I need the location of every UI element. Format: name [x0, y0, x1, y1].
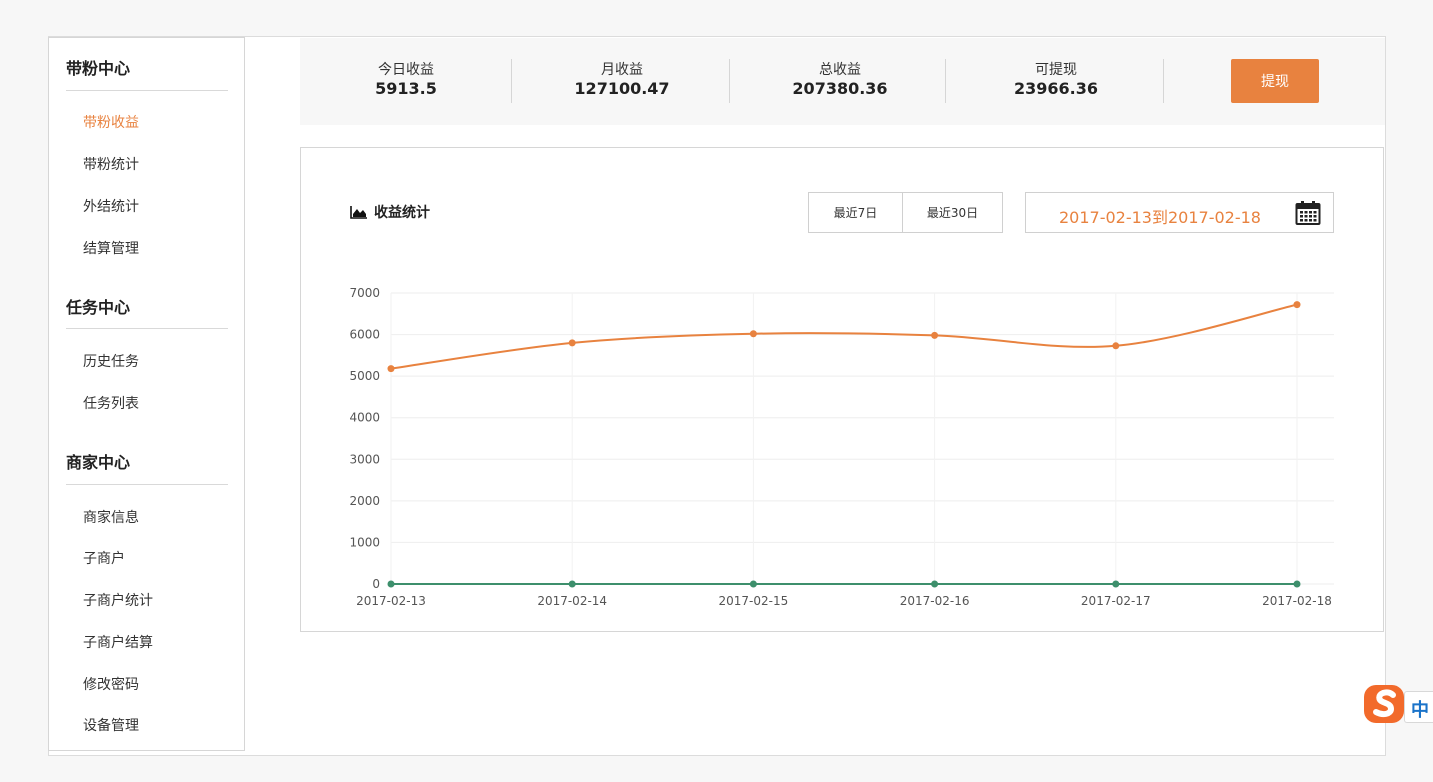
data-point [568, 339, 576, 347]
stat-month: 月收益 127100.47 [522, 62, 722, 99]
data-point [387, 365, 395, 373]
stat-divider [945, 59, 946, 103]
data-point [749, 580, 757, 588]
ime-toolbar[interactable]: 中 [1364, 685, 1433, 723]
stat-divider [729, 59, 730, 103]
data-point [1112, 580, 1120, 588]
sogou-logo-icon[interactable] [1364, 685, 1404, 723]
sidebar-section-title: 任务中心 [66, 298, 131, 317]
data-point [931, 580, 939, 588]
data-point [749, 330, 757, 338]
y-tick-label: 5000 [349, 369, 380, 383]
data-point [1293, 301, 1301, 309]
x-tick-label: 2017-02-16 [900, 594, 970, 608]
y-tick-label: 3000 [349, 452, 380, 466]
data-point [568, 580, 576, 588]
stat-today: 今日收益 5913.5 [306, 62, 506, 99]
sidebar-item-sub-merchant[interactable]: 子商户 [83, 548, 125, 568]
sidebar-item-fans-income[interactable]: 带粉收益 [83, 112, 139, 132]
ime-mode-label: 中 [1411, 700, 1429, 721]
sidebar-item-sub-merchant-stats[interactable]: 子商户统计 [83, 590, 153, 610]
data-point [931, 331, 939, 339]
series-line-0 [390, 303, 1298, 370]
sidebar-section-title: 商家中心 [66, 453, 131, 472]
income-summary: 今日收益 5913.5 月收益 127100.47 总收益 207380.36 … [300, 38, 1385, 125]
stat-value: 5913.5 [375, 79, 437, 98]
sidebar-item-task-list[interactable]: 任务列表 [83, 393, 139, 413]
y-tick-label: 0 [372, 577, 380, 591]
y-tick-label: 2000 [349, 494, 380, 508]
y-tick-label: 4000 [349, 411, 380, 425]
stat-divider [511, 59, 512, 103]
y-tick-label: 7000 [349, 286, 380, 300]
data-point [387, 580, 395, 588]
x-tick-label: 2017-02-13 [356, 594, 426, 608]
stat-value: 23966.36 [1013, 79, 1098, 98]
sidebar-item-merchant-info[interactable]: 商家信息 [83, 507, 139, 527]
stat-total: 总收益 207380.36 [740, 62, 940, 99]
x-tick-label: 2017-02-17 [1081, 594, 1151, 608]
stat-label: 可提现 [1035, 62, 1077, 78]
x-tick-label: 2017-02-18 [1262, 594, 1332, 608]
ime-mode-indicator[interactable]: 中 [1404, 691, 1433, 723]
x-tick-label: 2017-02-14 [537, 594, 607, 608]
sidebar-item-task-history[interactable]: 历史任务 [83, 351, 139, 371]
sidebar-item-change-password[interactable]: 修改密码 [83, 674, 139, 694]
sidebar-item-sub-merchant-settlement[interactable]: 子商户结算 [83, 632, 153, 652]
stat-divider [1163, 59, 1164, 103]
sidebar-item-external-stats[interactable]: 外结统计 [83, 196, 139, 216]
y-tick-label: 1000 [349, 535, 380, 549]
income-chart-panel: 收益统计 最近7日 最近30日 2017-02-13到2017-02-18 01… [300, 147, 1384, 632]
income-line-chart: 0 1000 2000 3000 4000 5000 6000 7000 2017-02-13 2… [349, 286, 1334, 608]
sidebar-divider [66, 484, 228, 485]
sidebar-item-device-management[interactable]: 设备管理 [83, 715, 139, 735]
sidebar-divider [66, 90, 228, 91]
sidebar-divider [66, 328, 228, 329]
x-tick-label: 2017-02-15 [719, 594, 789, 608]
sidebar-section-title: 带粉中心 [66, 59, 131, 78]
stat-label: 总收益 [819, 62, 861, 78]
sidebar: 带粉中心 带粉收益 带粉统计 外结统计 结算管理 任务中心 历史任务 任务列表 … [48, 37, 245, 751]
data-point [1112, 342, 1120, 350]
sidebar-item-fans-stats[interactable]: 带粉统计 [83, 154, 139, 174]
stat-label: 月收益 [601, 62, 643, 78]
stat-label: 今日收益 [378, 62, 434, 78]
stat-value: 207380.36 [792, 79, 888, 98]
stat-value: 127100.47 [574, 79, 670, 98]
data-point [1293, 580, 1301, 588]
sidebar-item-settlement[interactable]: 结算管理 [83, 238, 139, 258]
withdraw-button[interactable]: 提现 [1231, 59, 1319, 103]
stat-withdrawable: 可提现 23966.36 [956, 62, 1156, 99]
y-tick-label: 6000 [349, 328, 380, 342]
